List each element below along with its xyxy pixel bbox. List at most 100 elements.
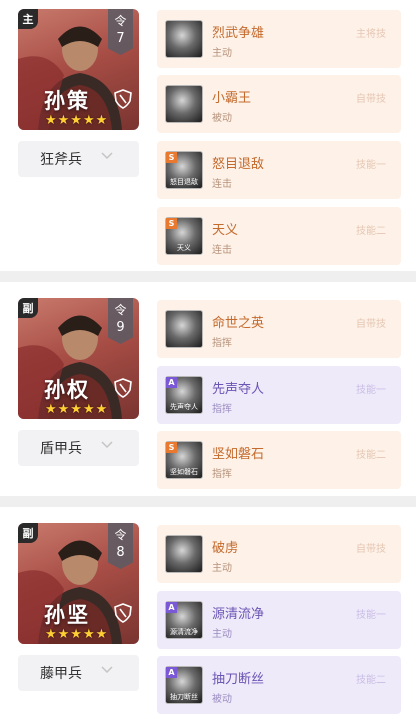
skill-icon-caption: 坚如磐石 (170, 468, 198, 476)
skill-slot-label: 自带技 (356, 94, 386, 105)
order-value: 9 (116, 320, 125, 335)
skill-row[interactable]: 命世之英指挥 自带技 (157, 300, 401, 358)
skill-name: 怒目退敌 (212, 157, 265, 172)
skill-grade-badge: A (166, 602, 177, 613)
order-value: 7 (116, 31, 125, 46)
skill-name: 小霸王 (212, 91, 252, 106)
troop-type-label: 盾甲兵 (40, 441, 82, 457)
role-badge: 副 (18, 298, 38, 318)
skill-grade-badge: S (166, 218, 177, 229)
skill-type: 指挥 (212, 338, 232, 349)
chevron-down-icon (101, 441, 113, 449)
skill-row[interactable]: A 先声夺人 先声夺人 指挥 技能一 (157, 366, 401, 424)
command-order-tag: 令9 (108, 298, 133, 344)
skill-name: 天义 (212, 223, 239, 238)
skill-icon-caption: 天义 (177, 244, 191, 252)
skill-type: 被动 (212, 113, 232, 124)
general-portrait-card[interactable]: 副令 9 孙权 ★★★★★ (18, 298, 139, 419)
general-name: 孙坚 (44, 602, 90, 627)
skill-slot-label: 主将技 (356, 29, 386, 40)
skill-type: 指挥 (212, 404, 232, 415)
role-badge: 副 (18, 523, 38, 543)
skill-icon: S 坚如磐石 (165, 441, 203, 479)
skill-icon-caption: 怒目退敌 (170, 178, 198, 186)
general-name: 孙权 (44, 377, 90, 402)
skill-icon: A 先声夺人 (165, 376, 203, 414)
skill-icon (165, 85, 203, 123)
section-divider (0, 496, 416, 507)
general-section: 副令 9 孙权 ★★★★★ 盾甲兵 命世之英 指挥 自带技 A 先声夺人 先声夺人 指挥 技能一 S 坚如磐… (0, 282, 416, 496)
skill-icon (165, 535, 203, 573)
order-label: 令 (114, 528, 127, 542)
skill-type: 主动 (212, 48, 232, 59)
skill-icon-caption: 先声夺人 (170, 403, 198, 411)
skill-row[interactable]: S 天义 天义 连击 技能二 (157, 207, 401, 265)
order-value: 8 (116, 545, 125, 560)
skill-icon (165, 310, 203, 348)
skill-row[interactable]: 小霸王被动 自带技 (157, 75, 401, 133)
skill-type: 连击 (212, 245, 232, 256)
skill-row[interactable]: A 抽刀断丝 抽刀断丝 被动 技能二 (157, 656, 401, 714)
role-badge: 主 (18, 9, 38, 29)
shield-icon (114, 378, 132, 398)
skill-slot-label: 自带技 (356, 319, 386, 330)
general-portrait-card[interactable]: 主令 7 孙策 ★★★★★ (18, 9, 139, 130)
skill-slot-label: 技能二 (356, 450, 386, 461)
skill-slot-label: 自带技 (356, 544, 386, 555)
troop-type-label: 狂斧兵 (40, 152, 82, 168)
skill-name: 命世之英 (212, 316, 265, 331)
skill-type: 连击 (212, 179, 232, 190)
skill-icon: S 怒目退敌 (165, 151, 203, 189)
general-section: 副令 8 孙坚 ★★★★★ 藤甲兵 破虏 主动 自带技 A 源清流净 源清流净 主动 技能一 A 抽刀断丝抽… (0, 507, 416, 719)
skill-type: 指挥 (212, 469, 232, 480)
skill-icon-caption: 源清流净 (170, 628, 198, 636)
skill-grade-badge: S (166, 442, 177, 453)
order-label: 令 (114, 303, 127, 317)
skill-type: 主动 (212, 629, 232, 640)
skill-icon: A 源清流净 (165, 601, 203, 639)
order-label: 令 (114, 14, 127, 28)
skill-row[interactable]: S 怒目退敌 怒目退敌 连击 技能一 (157, 141, 401, 199)
general-portrait-card[interactable]: 副令 8 孙坚 ★★★★★ (18, 523, 139, 644)
skill-icon-caption: 抽刀断丝 (170, 693, 198, 701)
star-rating: ★★★★★ (45, 402, 109, 417)
command-order-tag: 令7 (108, 9, 133, 55)
skill-name: 源清流净 (212, 607, 265, 622)
command-order-tag: 令8 (108, 523, 133, 569)
general-name: 孙策 (44, 88, 90, 113)
skill-grade-badge: A (166, 377, 177, 388)
skill-grade-badge: S (166, 152, 177, 163)
skill-icon: A 抽刀断丝 (165, 666, 203, 704)
chevron-down-icon (101, 666, 113, 674)
troop-type-label: 藤甲兵 (40, 666, 82, 682)
skill-name: 抽刀断丝 (212, 672, 265, 687)
troop-type-selector[interactable]: 狂斧兵 (18, 141, 139, 177)
shield-icon (114, 89, 132, 109)
star-rating: ★★★★★ (45, 627, 109, 642)
shield-icon (114, 603, 132, 623)
general-section: 主令 7 孙策 ★★★★★ 狂斧兵 烈武争雄 主动 主将技 小霸王 被动 自带技 S 怒目退敌 怒目退敌连… (0, 0, 416, 271)
skill-slot-label: 技能一 (356, 160, 386, 171)
skill-slot-label: 技能二 (356, 226, 386, 237)
skill-row[interactable]: 破虏主动 自带技 (157, 525, 401, 583)
skill-type: 被动 (212, 694, 232, 705)
skill-name: 坚如磐石 (212, 447, 265, 462)
section-divider (0, 271, 416, 282)
troop-type-selector[interactable]: 盾甲兵 (18, 430, 139, 466)
skill-type: 主动 (212, 563, 232, 574)
troop-type-selector[interactable]: 藤甲兵 (18, 655, 139, 691)
skill-name: 烈武争雄 (212, 26, 265, 41)
star-rating: ★★★★★ (45, 113, 109, 128)
skill-icon (165, 20, 203, 58)
skill-slot-label: 技能一 (356, 385, 386, 396)
skill-name: 先声夺人 (212, 382, 265, 397)
skill-slot-label: 技能二 (356, 675, 386, 686)
skill-row[interactable]: S 坚如磐石 坚如磐石 指挥 技能二 (157, 431, 401, 489)
skill-icon: S 天义 (165, 217, 203, 255)
skill-row[interactable]: 烈武争雄主动 主将技 (157, 10, 401, 68)
skill-grade-badge: A (166, 667, 177, 678)
skill-slot-label: 技能一 (356, 610, 386, 621)
chevron-down-icon (101, 152, 113, 160)
skill-row[interactable]: A 源清流净 源清流净 主动 技能一 (157, 591, 401, 649)
skill-name: 破虏 (212, 541, 239, 556)
